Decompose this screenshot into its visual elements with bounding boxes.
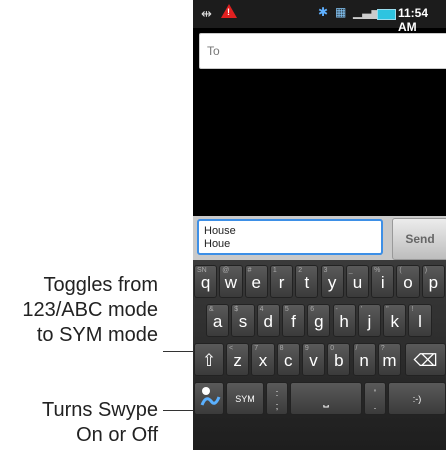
key-q-secondary: SN bbox=[197, 267, 207, 274]
smiley-key-label: :-) bbox=[412, 394, 422, 404]
key-n[interactable]: / n bbox=[352, 343, 376, 376]
key-s[interactable]: $ s bbox=[231, 304, 255, 337]
key-k[interactable]: " k bbox=[383, 304, 407, 337]
key-t[interactable]: 2t bbox=[295, 265, 319, 298]
key-q[interactable]: SN q bbox=[194, 265, 218, 298]
key-u-secondary: _ bbox=[348, 267, 353, 274]
shift-key[interactable]: ⇧ bbox=[194, 343, 224, 376]
key-g[interactable]: 6g bbox=[307, 304, 331, 337]
key-l-secondary: ! bbox=[411, 306, 414, 313]
key-i[interactable]: % i bbox=[371, 265, 395, 298]
swype-toggle-key[interactable] bbox=[194, 382, 224, 415]
key-f[interactable]: 5f bbox=[281, 304, 306, 337]
key-v-secondary: 9 bbox=[304, 345, 309, 352]
message-thread-area bbox=[193, 70, 446, 216]
key-l[interactable]: ! l bbox=[408, 304, 432, 337]
swype-callout-line2: On or Off bbox=[76, 424, 158, 446]
key-i-secondary: % bbox=[374, 267, 381, 274]
swype-callout: Turns Swype On or Off bbox=[0, 398, 158, 448]
key-s-secondary: $ bbox=[234, 306, 239, 313]
key-b-secondary: 0 bbox=[330, 345, 335, 352]
sym-key[interactable]: SYM bbox=[226, 382, 264, 415]
swype-keyboard: SN q @ w # e 1 r 2 t 3 y _ u% i(o) p & a $ s 4 d 5 f 6 g - h ' j " k! l ⇧… bbox=[193, 260, 446, 450]
key-o-secondary: ( bbox=[399, 267, 402, 274]
key-z[interactable]: < z bbox=[226, 343, 250, 376]
key-j[interactable]: ' j bbox=[357, 304, 382, 337]
key-h-secondary: - bbox=[335, 306, 338, 313]
key-c[interactable]: 8c bbox=[276, 343, 300, 376]
key-u[interactable]: _ u bbox=[345, 265, 370, 298]
period-key-label: ' . bbox=[373, 388, 377, 411]
key-y-secondary: 3 bbox=[323, 267, 328, 274]
key-a-secondary: & bbox=[209, 306, 214, 313]
key-z-secondary: < bbox=[229, 345, 234, 352]
period-key[interactable]: ' . bbox=[364, 382, 386, 415]
key-m-secondary: ? bbox=[380, 345, 385, 352]
key-f-secondary: 5 bbox=[284, 306, 289, 313]
alert-icon: ! bbox=[221, 4, 237, 18]
message-input-line2: Houe bbox=[204, 238, 231, 250]
key-p[interactable]: ) p bbox=[421, 265, 445, 298]
shift-key-label: ⇧ bbox=[201, 351, 217, 370]
key-x-secondary: 7 bbox=[254, 345, 259, 352]
key-g-secondary: 6 bbox=[310, 306, 315, 313]
sym-key-label: SYM bbox=[235, 394, 255, 404]
key-a[interactable]: & a bbox=[206, 304, 230, 337]
delete-key[interactable]: ⌫ bbox=[405, 343, 446, 376]
key-e[interactable]: # e bbox=[244, 265, 268, 298]
key-w[interactable]: @ w bbox=[219, 265, 243, 298]
toggle-callout-line1: Toggles from bbox=[43, 274, 159, 296]
swype-callout-leader bbox=[163, 410, 197, 411]
key-e-secondary: # bbox=[247, 267, 252, 274]
key-p-secondary: ) bbox=[424, 267, 428, 274]
toggle-callout-line3: to SYM mode bbox=[36, 324, 158, 346]
key-y[interactable]: 3y bbox=[320, 265, 344, 298]
key-r-secondary: 1 bbox=[272, 267, 277, 274]
swype-icon bbox=[200, 387, 221, 406]
key-h[interactable]: -h bbox=[332, 304, 356, 337]
phone-screen: ⇹ ! ✱ ▦ ▁▃▅ 11:54 AM To House Houe Send … bbox=[193, 0, 446, 450]
message-input-line1: House bbox=[204, 225, 236, 237]
message-input[interactable]: House Houe bbox=[197, 219, 383, 255]
key-c-secondary: 8 bbox=[279, 345, 284, 352]
recipient-placeholder: To bbox=[207, 44, 220, 58]
semicolon-key-label: : ; bbox=[275, 388, 279, 411]
key-n-secondary: / bbox=[355, 345, 358, 352]
key-m[interactable]: ? m bbox=[377, 343, 402, 376]
semicolon-key[interactable]: : ; bbox=[266, 382, 288, 415]
key-x[interactable]: 7x bbox=[251, 343, 275, 376]
key-j-secondary: ' bbox=[360, 306, 363, 313]
space-key-label: ⎵ bbox=[323, 391, 329, 407]
key-v[interactable]: 9v bbox=[301, 343, 326, 376]
data-icon: ▦ bbox=[335, 5, 347, 19]
usb-icon: ⇹ bbox=[201, 6, 212, 21]
toggle-callout: Toggles from 123/ABC mode to SYM mode bbox=[0, 273, 158, 348]
swype-callout-line1: Turns Swype bbox=[42, 399, 158, 421]
key-r[interactable]: 1r bbox=[269, 265, 294, 298]
delete-key-label: ⌫ bbox=[413, 351, 438, 370]
key-w-secondary: @ bbox=[222, 267, 230, 274]
key-k-secondary: " bbox=[386, 306, 389, 313]
bluetooth-icon: ✱ bbox=[318, 5, 329, 19]
smiley-key[interactable]: :-) bbox=[388, 382, 446, 415]
key-o[interactable]: (o bbox=[396, 265, 420, 298]
send-button[interactable]: Send bbox=[392, 218, 446, 260]
space-key[interactable]: ⎵ bbox=[290, 382, 362, 415]
battery-icon bbox=[377, 9, 396, 20]
status-time: 11:54 AM bbox=[398, 6, 429, 34]
toggle-callout-line2: 123/ABC mode bbox=[22, 299, 158, 321]
recipient-field[interactable]: To bbox=[199, 33, 446, 69]
key-d-secondary: 4 bbox=[259, 306, 264, 313]
key-d[interactable]: 4d bbox=[256, 304, 280, 337]
status-bar: ⇹ ! ✱ ▦ ▁▃▅ 11:54 AM bbox=[193, 0, 446, 34]
compose-bar: House Houe Send bbox=[193, 216, 446, 260]
key-t-secondary: 2 bbox=[298, 267, 303, 274]
key-b[interactable]: 0b bbox=[327, 343, 351, 376]
